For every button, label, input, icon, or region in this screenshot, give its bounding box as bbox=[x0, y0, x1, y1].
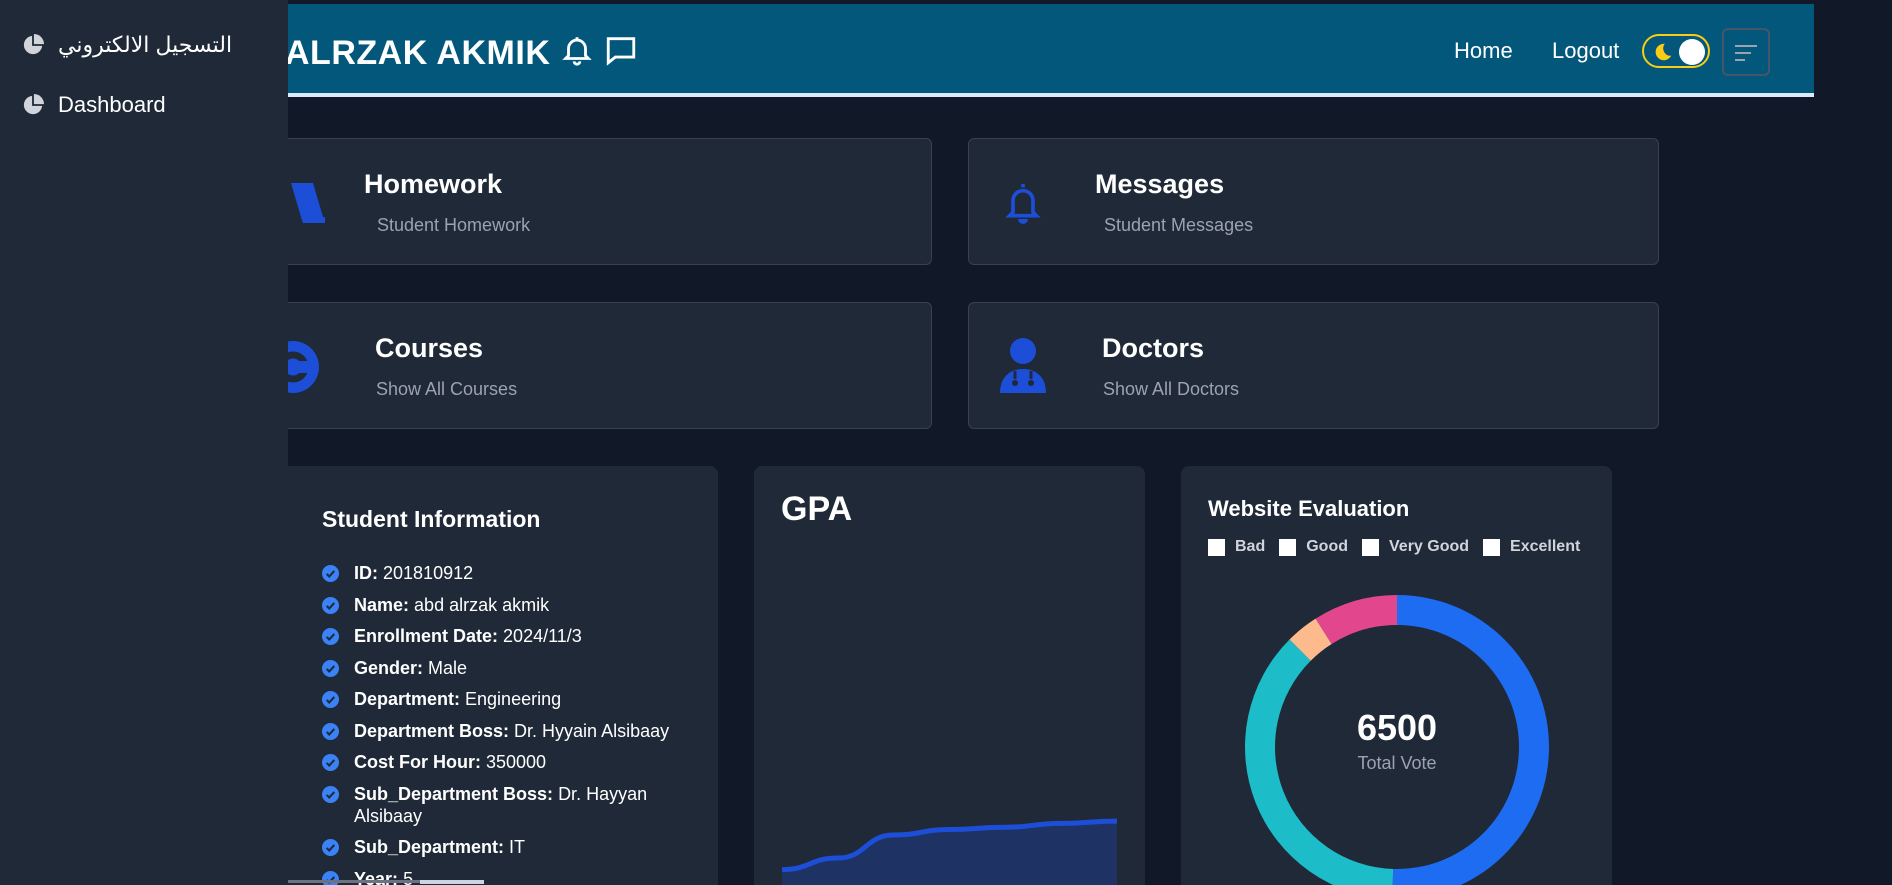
check-circle-icon bbox=[322, 839, 339, 856]
student-info-item: Enrollment Date: 2024/11/3 bbox=[322, 625, 702, 647]
evaluation-legend: Bad Good Very Good Excellent bbox=[1208, 538, 1594, 556]
check-circle-icon bbox=[322, 785, 339, 803]
card-title: Messages bbox=[1095, 169, 1225, 199]
field-label: Enrollment Date: bbox=[354, 626, 499, 646]
toggle-knob bbox=[1679, 39, 1705, 65]
donut-total-label: Total Vote bbox=[1357, 753, 1437, 773]
sidebar-item-dashboard[interactable]: Dashboard bbox=[22, 92, 166, 118]
gpa-title: GPA bbox=[781, 490, 853, 528]
field-label: Department: bbox=[354, 689, 461, 709]
doctors-card[interactable]: Doctors Show All Doctors bbox=[968, 302, 1659, 429]
chat-message-icon[interactable] bbox=[604, 32, 638, 68]
gpa-area-chart bbox=[782, 818, 1117, 885]
brand-title: ALRZAK AKMIK bbox=[285, 34, 551, 72]
check-circle-icon bbox=[322, 596, 339, 614]
theme-toggle[interactable] bbox=[1642, 34, 1710, 68]
sidebar-item-label: التسجيل الالكتروني bbox=[58, 32, 233, 57]
sidebar-item-label: Dashboard bbox=[58, 92, 166, 117]
student-info-item: Gender: Male bbox=[322, 657, 702, 679]
field-label: Sub_Department: bbox=[354, 837, 505, 857]
student-info-item: Sub_Department: IT bbox=[322, 836, 702, 858]
card-title: Doctors bbox=[1102, 333, 1205, 363]
student-info-item: Department: Engineering bbox=[322, 688, 702, 710]
donut-slice-bad[interactable] bbox=[1315, 595, 1397, 644]
student-info-item: Name: abd alrzak akmik bbox=[322, 594, 702, 616]
field-label: ID: bbox=[354, 563, 378, 583]
page-margin bbox=[1814, 0, 1892, 885]
student-info-list: ID: 201810912 Name: abd alrzak akmik Enrol… bbox=[322, 562, 702, 885]
field-label: Department Boss: bbox=[354, 720, 510, 741]
field-value: Dr. Hyyain Alsibaay bbox=[514, 720, 670, 741]
student-info-title: Student Information bbox=[322, 506, 541, 532]
nav-home-link[interactable]: Home bbox=[1454, 38, 1513, 64]
card-title: Homework bbox=[364, 169, 503, 199]
field-value: 2024/11/3 bbox=[503, 626, 582, 646]
user-doctor-icon bbox=[1000, 338, 1046, 393]
notification-bell-icon[interactable] bbox=[560, 32, 594, 68]
legend-excellent[interactable]: Excellent bbox=[1483, 538, 1580, 556]
messages-card[interactable]: Messages Student Messages bbox=[968, 138, 1659, 265]
card-subtitle: Student Homework bbox=[377, 215, 531, 235]
pie-chart-icon bbox=[23, 94, 44, 115]
field-label: Sub_Department Boss: bbox=[354, 783, 554, 804]
evaluation-title: Website Evaluation bbox=[1208, 496, 1410, 521]
field-label: Name: bbox=[354, 594, 410, 615]
student-info-item: ID: 201810912 bbox=[322, 562, 702, 584]
check-circle-icon bbox=[322, 722, 339, 740]
card-subtitle: Student Messages bbox=[1104, 215, 1254, 235]
courses-card[interactable]: Courses Show All Courses bbox=[260, 302, 932, 429]
student-info-item: Department Boss: Dr. Hyyain Alsibaay bbox=[322, 720, 702, 742]
bell-icon bbox=[1005, 184, 1041, 224]
legend-very-good[interactable]: Very Good bbox=[1362, 538, 1469, 556]
menu-lines-icon bbox=[1735, 45, 1757, 61]
student-info-item: Sub_Department Boss: Dr. Hayyan Alsibaay bbox=[322, 783, 702, 827]
card-title: Courses bbox=[375, 333, 484, 363]
nav-logout-link[interactable]: Logout bbox=[1552, 38, 1619, 64]
check-circle-icon bbox=[322, 754, 339, 771]
horizontal-scrollbar-thumb[interactable] bbox=[420, 880, 484, 884]
field-value: Male bbox=[428, 657, 468, 678]
field-value: 350000 bbox=[486, 752, 547, 772]
homework-card[interactable]: Homework Student Homework bbox=[260, 138, 932, 265]
check-circle-icon bbox=[322, 659, 339, 677]
legend-bad[interactable]: Bad bbox=[1208, 538, 1265, 556]
field-label: Gender: bbox=[354, 657, 424, 678]
student-info-item: Cost For Hour: 350000 bbox=[322, 751, 702, 773]
field-value: IT bbox=[509, 837, 526, 857]
moon-icon bbox=[1655, 43, 1672, 61]
field-label: Cost For Hour: bbox=[354, 752, 481, 772]
legend-checkbox[interactable] bbox=[1362, 538, 1379, 556]
sidebar-item-e-registration[interactable]: التسجيل الالكتروني bbox=[22, 32, 232, 58]
menu-button[interactable] bbox=[1722, 28, 1770, 76]
check-circle-icon bbox=[322, 691, 339, 708]
legend-checkbox[interactable] bbox=[1279, 538, 1297, 556]
book-icon bbox=[291, 183, 325, 223]
card-subtitle: Show All Courses bbox=[376, 379, 518, 399]
field-value: Engineering bbox=[465, 689, 562, 709]
donut-total-value: 6500 bbox=[1356, 707, 1438, 748]
pie-chart-icon bbox=[23, 34, 44, 55]
legend-checkbox[interactable] bbox=[1483, 538, 1501, 556]
legend-good[interactable]: Good bbox=[1279, 538, 1348, 556]
sidebar: التسجيل الالكتروني Dashboard bbox=[0, 0, 288, 885]
field-value: 201810912 bbox=[383, 563, 474, 583]
field-value: abd alrzak akmik bbox=[414, 594, 550, 615]
legend-checkbox[interactable] bbox=[1208, 538, 1225, 556]
check-circle-icon bbox=[322, 565, 339, 582]
check-circle-icon bbox=[322, 628, 339, 645]
card-subtitle: Show All Doctors bbox=[1103, 379, 1240, 399]
